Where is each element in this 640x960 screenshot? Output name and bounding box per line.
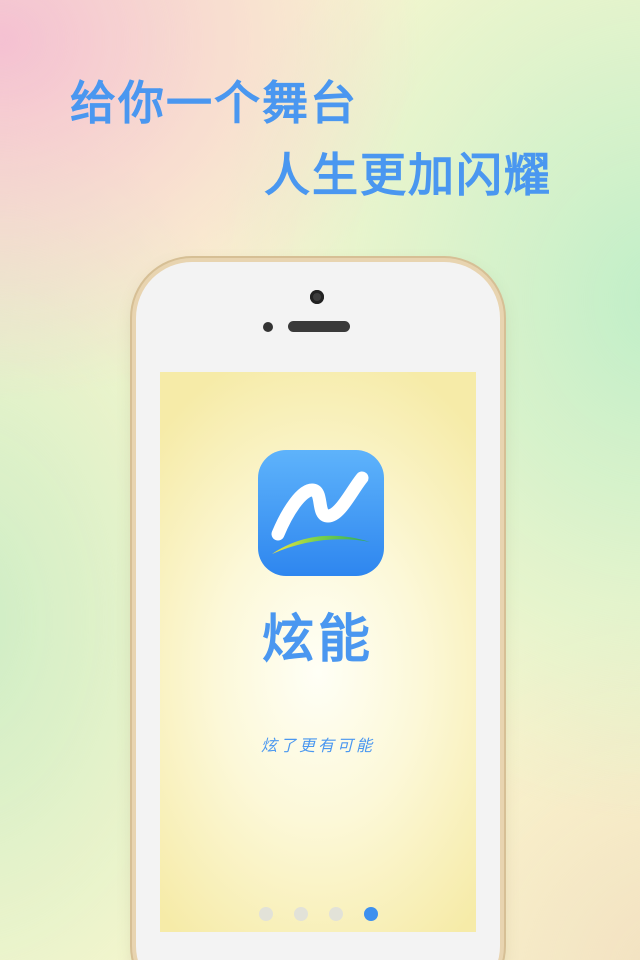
wave-n-logo-icon — [271, 471, 370, 554]
page-dot-3[interactable] — [328, 907, 343, 921]
proximity-sensor — [263, 322, 273, 332]
page-dot-2[interactable] — [293, 907, 308, 921]
slogan: 炫了更有可能 — [260, 736, 375, 755]
page-dot-4-active[interactable] — [363, 907, 378, 921]
app-icon — [258, 450, 384, 576]
headline-line-1: 给你一个舞台 — [70, 76, 358, 130]
splash-screen: 炫能 炫了更有可能 — [160, 372, 476, 932]
earpiece-speaker — [288, 321, 350, 332]
front-camera — [310, 290, 324, 304]
headline-line-2: 人生更加闪耀 — [264, 148, 552, 202]
page-dot-1[interactable] — [258, 907, 273, 921]
page-indicator[interactable] — [160, 907, 476, 921]
app-name: 炫能 — [261, 610, 374, 670]
